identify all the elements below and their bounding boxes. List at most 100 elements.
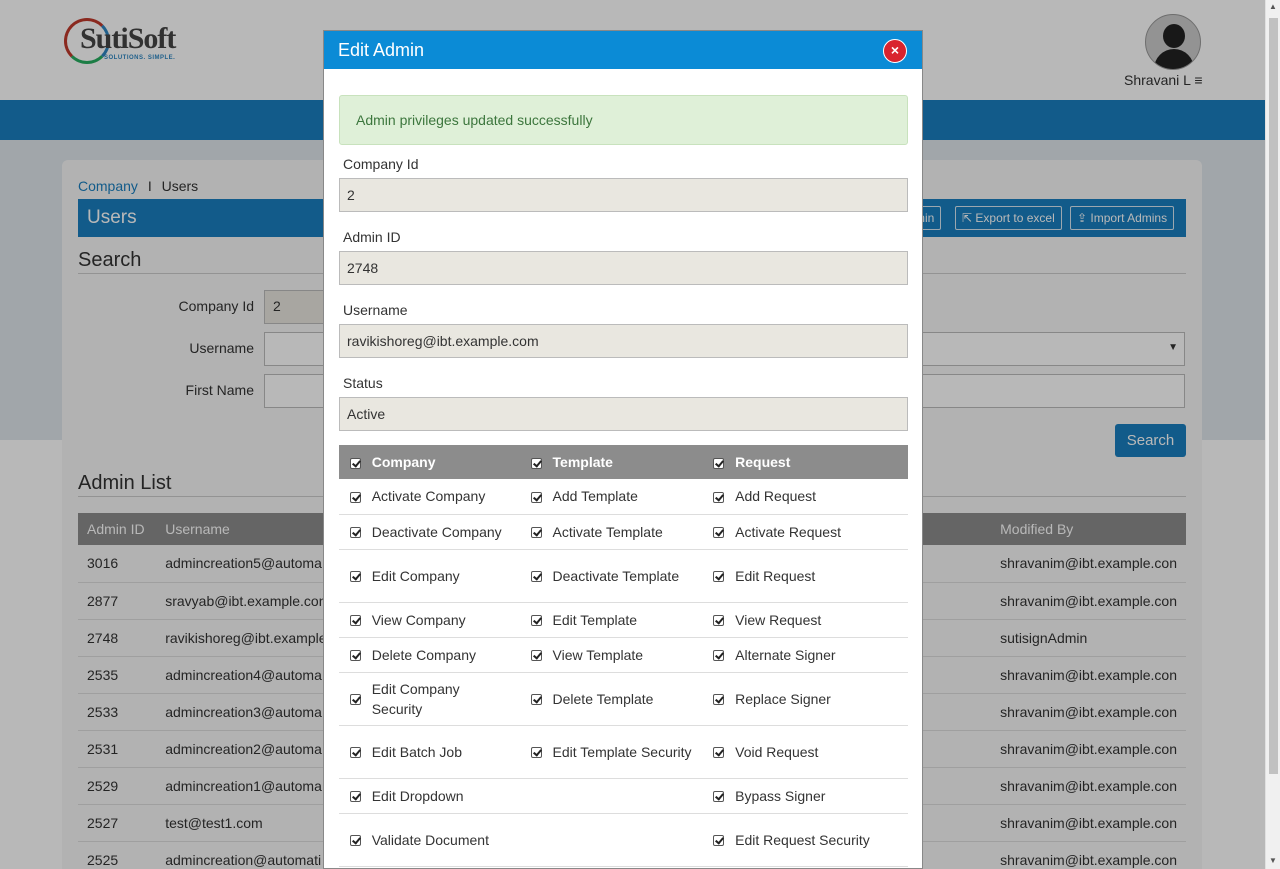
- checkbox-icon: [530, 571, 542, 583]
- template-permission-label: Activate Template: [552, 514, 703, 550]
- checkbox-icon: [530, 650, 542, 662]
- checkbox-icon: [349, 457, 361, 469]
- request-permission-label: Replace Signer: [735, 672, 908, 726]
- checkbox-icon: [713, 791, 725, 803]
- checkbox-icon: [349, 492, 361, 504]
- modal-admin-id-label: Admin ID: [343, 229, 401, 245]
- modal-admin-id-field[interactable]: 2748: [339, 251, 908, 285]
- scrollbar-thumb[interactable]: [1269, 18, 1278, 774]
- modal-title: Edit Admin: [338, 40, 425, 60]
- request-permission-label: Void Request: [735, 725, 908, 779]
- permission-row: Validate Document Edit Request Security: [339, 813, 908, 867]
- request-permission-checkbox[interactable]: [702, 813, 736, 867]
- permission-row: Edit Batch Job Edit Template Security Void…: [339, 725, 908, 779]
- template-permission-label: View Template: [552, 637, 703, 673]
- template-permission-checkbox[interactable]: [519, 514, 553, 550]
- empty-cell: [552, 778, 703, 814]
- company-permission-label: Edit Batch Job: [371, 725, 520, 779]
- company-permission-checkbox[interactable]: [339, 725, 372, 779]
- checkbox-icon: [713, 492, 725, 504]
- request-permission-label: Bypass Signer: [735, 778, 908, 814]
- checkbox-icon: [713, 615, 725, 627]
- request-column-header: Request: [735, 445, 908, 479]
- request-permission-checkbox[interactable]: [702, 479, 736, 515]
- modal-status-field[interactable]: Active: [339, 397, 908, 431]
- request-permission-checkbox[interactable]: [702, 672, 736, 726]
- checkbox-icon: [713, 747, 725, 759]
- checkbox-icon: [349, 650, 361, 662]
- checkbox-icon: [713, 527, 725, 539]
- checkbox-icon: [530, 492, 542, 504]
- company-permission-checkbox[interactable]: [339, 778, 372, 814]
- checkbox-icon: [530, 694, 542, 706]
- template-permission-checkbox[interactable]: [519, 672, 553, 726]
- company-permission-label: View Company: [371, 602, 520, 638]
- permissions-header: Company Template Request: [339, 445, 908, 479]
- request-permission-checkbox[interactable]: [702, 514, 736, 550]
- company-permission-label: Edit Company Security: [371, 672, 520, 726]
- template-permission-checkbox[interactable]: [519, 725, 553, 779]
- checkbox-icon: [713, 571, 725, 583]
- modal-company-id-field[interactable]: 2: [339, 178, 908, 212]
- checkbox-icon: [349, 791, 361, 803]
- template-permission-label: Add Template: [552, 479, 703, 515]
- modal-header: Edit Admin ×: [324, 31, 922, 69]
- request-permission-label: Add Request: [735, 479, 908, 515]
- company-column-header: Company: [371, 445, 520, 479]
- company-permission-label: Edit Dropdown: [371, 778, 520, 814]
- scroll-down-icon[interactable]: ▼: [1269, 856, 1277, 865]
- modal-company-id-label: Company Id: [343, 156, 419, 172]
- template-permission-label: Delete Template: [552, 672, 703, 726]
- template-permission-label: Edit Template: [552, 602, 703, 638]
- company-permission-label: Deactivate Company: [371, 514, 520, 550]
- checkbox-icon: [349, 571, 361, 583]
- empty-cell: [519, 813, 553, 867]
- permission-row: Edit Company Security Delete Template Repl…: [339, 672, 908, 726]
- close-icon[interactable]: ×: [883, 39, 907, 63]
- permission-row: Edit Company Deactivate Template Edit Requ…: [339, 549, 908, 603]
- page-scrollbar[interactable]: ▲ ▼: [1265, 0, 1280, 869]
- company-permission-label: Activate Company: [371, 479, 520, 515]
- request-permission-checkbox[interactable]: [702, 725, 736, 779]
- empty-cell: [552, 813, 703, 867]
- checkbox-icon: [530, 615, 542, 627]
- permission-row: Activate Company Add Template Add Request: [339, 479, 908, 515]
- permission-row: View Company Edit Template View Request: [339, 602, 908, 638]
- company-permission-checkbox[interactable]: [339, 549, 372, 603]
- checkbox-icon: [530, 457, 542, 469]
- permissions-table: Company Template Request Activate Compan…: [339, 445, 908, 868]
- template-permission-checkbox[interactable]: [519, 602, 553, 638]
- permission-row: Delete Company View Template Alternate Sig…: [339, 637, 908, 673]
- company-permission-checkbox[interactable]: [339, 813, 372, 867]
- checkbox-icon: [349, 527, 361, 539]
- company-permission-checkbox[interactable]: [339, 672, 372, 726]
- modal-username-label: Username: [343, 302, 408, 318]
- company-permission-label: Validate Document: [371, 813, 520, 867]
- template-permission-checkbox[interactable]: [519, 637, 553, 673]
- request-permission-checkbox[interactable]: [702, 637, 736, 673]
- request-permission-label: Alternate Signer: [735, 637, 908, 673]
- select-all-request-checkbox[interactable]: [702, 445, 736, 479]
- request-permission-checkbox[interactable]: [702, 778, 736, 814]
- template-permission-checkbox[interactable]: [519, 549, 553, 603]
- request-permission-label: Activate Request: [735, 514, 908, 550]
- checkbox-icon: [349, 615, 361, 627]
- scroll-up-icon[interactable]: ▲: [1269, 2, 1277, 11]
- request-permission-label: Edit Request: [735, 549, 908, 603]
- template-permission-checkbox[interactable]: [519, 479, 553, 515]
- modal-username-field[interactable]: ravikishoreg@ibt.example.com: [339, 324, 908, 358]
- company-permission-checkbox[interactable]: [339, 514, 372, 550]
- template-column-header: Template: [552, 445, 703, 479]
- checkbox-icon: [713, 457, 725, 469]
- company-permission-checkbox[interactable]: [339, 479, 372, 515]
- template-permission-label: Edit Template Security: [552, 725, 703, 779]
- empty-cell: [519, 778, 553, 814]
- request-permission-label: Edit Request Security: [735, 813, 908, 867]
- request-permission-checkbox[interactable]: [702, 602, 736, 638]
- company-permission-checkbox[interactable]: [339, 637, 372, 673]
- company-permission-checkbox[interactable]: [339, 602, 372, 638]
- request-permission-checkbox[interactable]: [702, 549, 736, 603]
- select-all-template-checkbox[interactable]: [519, 445, 553, 479]
- company-permission-label: Delete Company: [371, 637, 520, 673]
- select-all-company-checkbox[interactable]: [339, 445, 372, 479]
